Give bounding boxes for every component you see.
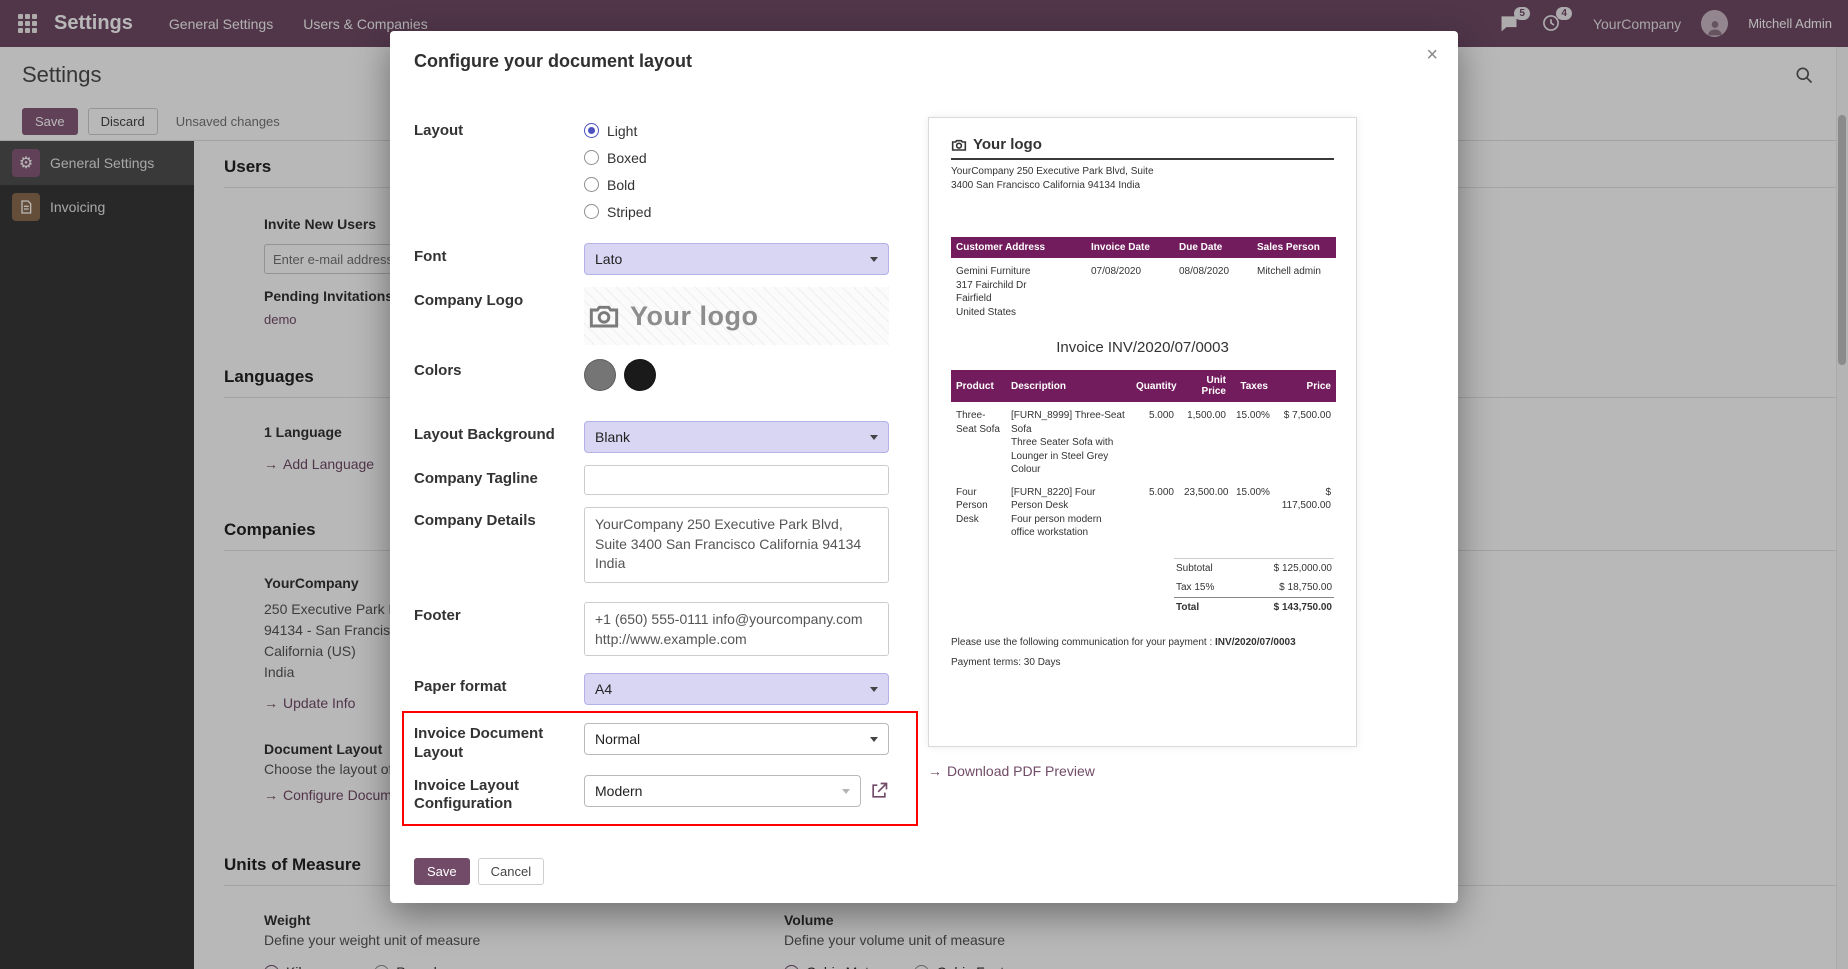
due-date-cell: 08/08/2020 xyxy=(1174,258,1252,321)
invoice-totals: Subtotal$ 125,000.00 Tax 15%$ 18,750.00 … xyxy=(1174,558,1334,617)
invoice-document-layout-select[interactable]: Normal xyxy=(584,723,889,755)
col-product: Product xyxy=(951,370,1006,402)
download-pdf-preview-link[interactable]: →Download PDF Preview xyxy=(928,763,1095,779)
document-layout-dialog: Configure your document layout × Layout … xyxy=(390,31,1458,903)
tax-label: Tax 15% xyxy=(1176,582,1214,593)
company-details-label: Company Details xyxy=(414,507,584,531)
radio-layout-bold[interactable]: Bold xyxy=(584,171,889,198)
dialog-title: Configure your document layout xyxy=(414,51,1434,72)
modal-cancel-button[interactable]: Cancel xyxy=(478,858,544,885)
layout-background-label: Layout Background xyxy=(414,421,584,445)
invoice-date-cell: 07/08/2020 xyxy=(1086,258,1174,321)
col-invoice-date: Invoice Date xyxy=(1086,237,1174,258)
radio-icon xyxy=(584,204,599,219)
camera-icon xyxy=(951,138,967,152)
footer-textarea[interactable]: +1 (650) 555-0111 info@yourcompany.com h… xyxy=(584,602,889,656)
subtotal-label: Subtotal xyxy=(1176,563,1213,574)
col-quantity: Quantity xyxy=(1131,370,1179,402)
colors-label: Colors xyxy=(414,357,584,381)
sales-person-cell: Mitchell admin xyxy=(1252,258,1336,321)
preview-address-line: 3400 San Francisco California 94134 Indi… xyxy=(951,179,1334,193)
footer-label: Footer xyxy=(414,602,584,626)
invoice-layout-configuration-select[interactable]: Modern xyxy=(584,775,861,807)
invoice-line-row: Three-Seat Sofa [FURN_8999] Three-Seat S… xyxy=(951,402,1336,479)
company-logo-label: Company Logo xyxy=(414,287,584,311)
radio-layout-boxed[interactable]: Boxed xyxy=(584,144,889,171)
subtotal-value: $ 125,000.00 xyxy=(1274,563,1332,574)
modal-save-button[interactable]: Save xyxy=(414,858,470,885)
tax-value: $ 18,750.00 xyxy=(1279,582,1332,593)
layout-background-select[interactable]: Blank xyxy=(584,421,889,453)
customer-address-cell: Gemini Furniture 317 Fairchild Dr Fairfi… xyxy=(951,258,1086,321)
preview-logo-text: Your logo xyxy=(973,136,1042,153)
paper-format-label: Paper format xyxy=(414,673,584,697)
col-unit-price: Unit Price xyxy=(1179,370,1231,402)
invoice-title: Invoice INV/2020/07/0003 xyxy=(951,339,1334,356)
col-price: Price xyxy=(1273,370,1336,402)
paper-format-select[interactable]: A4 xyxy=(584,673,889,705)
color-swatch-primary[interactable] xyxy=(584,359,616,391)
total-label: Total xyxy=(1176,602,1199,613)
company-details-textarea[interactable]: YourCompany 250 Executive Park Blvd, Sui… xyxy=(584,507,889,583)
divider xyxy=(951,158,1334,160)
company-logo-uploader[interactable]: Your logo xyxy=(584,287,889,345)
col-sales-person: Sales Person xyxy=(1252,237,1336,258)
radio-icon xyxy=(584,123,599,138)
payment-terms: Payment terms: 30 Days xyxy=(951,657,1334,668)
close-icon[interactable]: × xyxy=(1426,45,1438,65)
font-select[interactable]: Lato xyxy=(584,243,889,275)
invoice-preview: Your logo YourCompany 250 Executive Park… xyxy=(928,117,1357,747)
col-taxes: Taxes xyxy=(1231,370,1273,402)
payment-reference: INV/2020/07/0003 xyxy=(1215,637,1296,648)
radio-layout-light[interactable]: Light xyxy=(584,117,889,144)
camera-icon xyxy=(588,302,620,330)
external-link-icon[interactable] xyxy=(869,781,889,801)
radio-icon xyxy=(584,150,599,165)
total-value: $ 143,750.00 xyxy=(1274,602,1332,613)
highlight-rectangle: Invoice Document Layout Normal Invoice L… xyxy=(402,711,918,826)
preview-address-line: YourCompany 250 Executive Park Blvd, Sui… xyxy=(951,165,1334,179)
color-swatch-secondary[interactable] xyxy=(624,359,656,391)
radio-layout-striped[interactable]: Striped xyxy=(584,198,889,225)
col-due-date: Due Date xyxy=(1174,237,1252,258)
logo-placeholder-text: Your logo xyxy=(630,301,758,332)
invoice-line-row: Four Person Desk [FURN_8220] Four Person… xyxy=(951,479,1336,542)
invoice-lines-table: Product Description Quantity Unit Price … xyxy=(951,370,1336,542)
radio-icon xyxy=(584,177,599,192)
arrow-right-icon: → xyxy=(928,763,942,779)
company-tagline-label: Company Tagline xyxy=(414,465,584,489)
layout-label: Layout xyxy=(414,117,584,141)
invoice-document-layout-label: Invoice Document Layout xyxy=(414,723,584,763)
invoice-info-table: Customer Address Invoice Date Due Date S… xyxy=(951,237,1336,321)
col-customer-address: Customer Address xyxy=(951,237,1086,258)
font-label: Font xyxy=(414,243,584,267)
company-tagline-input[interactable] xyxy=(584,465,889,495)
invoice-layout-configuration-label: Invoice Layout Configuration xyxy=(414,775,584,815)
col-description: Description xyxy=(1006,370,1131,402)
payment-communication: Please use the following communication f… xyxy=(951,637,1334,648)
